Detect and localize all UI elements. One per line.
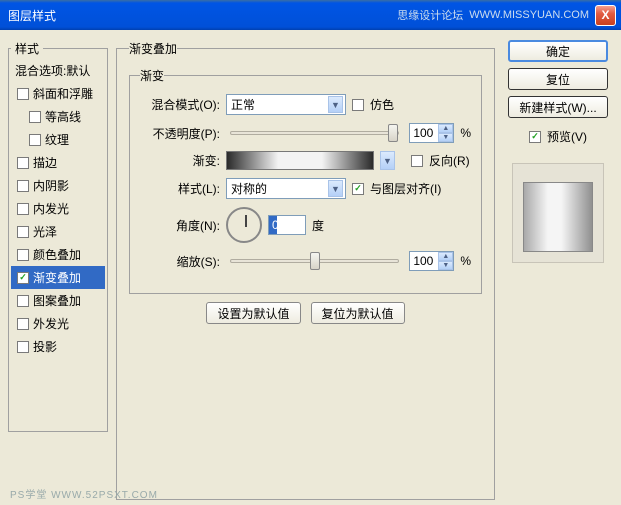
close-icon: X [601, 8, 609, 22]
blend-mode-value: 正常 [231, 96, 255, 113]
blend-options-header[interactable]: 混合选项:默认 [11, 59, 105, 82]
style-item-8[interactable]: ✓ 渐变叠加 [11, 266, 105, 289]
gradient-group: 渐变 混合模式(O): 正常 ▼ 仿色 不透明度(P): 100 ▲▼ [129, 67, 482, 294]
style-item-label: 纹理 [45, 131, 69, 148]
style-item-label: 投影 [33, 338, 57, 355]
style-item-1[interactable]: 等高线 [11, 105, 105, 128]
close-button[interactable]: X [595, 5, 616, 26]
style-item-label: 描边 [33, 154, 57, 171]
styles-header: 样式 [11, 40, 43, 57]
watermark: PS学堂 WWW.52PSXT.COM [10, 486, 158, 501]
style-checkbox[interactable] [17, 226, 29, 238]
reset-button[interactable]: 复位 [508, 68, 608, 90]
style-item-label: 颜色叠加 [33, 246, 81, 263]
gradient-preview[interactable] [226, 151, 374, 170]
right-column: 确定 复位 新建样式(W)... ✓ 预览(V) [503, 40, 613, 495]
style-item-label: 内发光 [33, 200, 69, 217]
style-checkbox[interactable] [29, 134, 41, 146]
style-item-0[interactable]: 斜面和浮雕 [11, 82, 105, 105]
align-label: 与图层对齐(I) [370, 180, 441, 197]
style-checkbox[interactable] [17, 157, 29, 169]
window-title: 图层样式 [8, 7, 56, 24]
blend-mode-label: 混合模式(O): [140, 96, 220, 113]
spin-up-icon[interactable]: ▲ [438, 252, 453, 261]
reset-default-button[interactable]: 复位为默认值 [311, 302, 405, 324]
center-column: 渐变叠加 渐变 混合模式(O): 正常 ▼ 仿色 不透明度(P): 1 [116, 40, 495, 495]
scale-input[interactable]: 100 ▲▼ [409, 251, 454, 271]
percent-label-2: % [460, 254, 471, 268]
scale-label: 缩放(S): [140, 253, 220, 270]
style-checkbox[interactable] [29, 111, 41, 123]
chevron-down-icon: ▼ [328, 180, 343, 197]
style-checkbox[interactable] [17, 203, 29, 215]
style-label: 样式(L): [140, 180, 220, 197]
style-item-6[interactable]: 光泽 [11, 220, 105, 243]
group-title: 渐变叠加 [129, 40, 177, 57]
style-checkbox[interactable] [17, 295, 29, 307]
titlebar-url: WWW.MISSYUAN.COM [469, 9, 589, 21]
scale-slider[interactable] [230, 259, 399, 263]
angle-dial[interactable] [226, 207, 262, 243]
style-item-5[interactable]: 内发光 [11, 197, 105, 220]
angle-label: 角度(N): [140, 217, 220, 234]
style-item-label: 渐变叠加 [33, 269, 81, 286]
style-item-label: 光泽 [33, 223, 57, 240]
opacity-slider[interactable] [230, 131, 399, 135]
style-select[interactable]: 对称的 ▼ [226, 178, 346, 199]
dither-checkbox[interactable] [352, 99, 364, 111]
preview-checkbox[interactable]: ✓ [529, 131, 541, 143]
style-item-9[interactable]: 图案叠加 [11, 289, 105, 312]
inner-title: 渐变 [140, 67, 164, 84]
titlebar-forum: 思缘设计论坛 [397, 7, 463, 23]
dither-label: 仿色 [370, 96, 394, 113]
style-item-label: 等高线 [45, 108, 81, 125]
set-default-button[interactable]: 设置为默认值 [206, 302, 300, 324]
gradient-label: 渐变: [140, 152, 220, 169]
style-item-label: 斜面和浮雕 [33, 85, 93, 102]
titlebar: 图层样式 思缘设计论坛 WWW.MISSYUAN.COM X [0, 0, 621, 30]
style-item-7[interactable]: 颜色叠加 [11, 243, 105, 266]
style-checkbox[interactable] [17, 180, 29, 192]
preview-container [512, 163, 604, 263]
align-checkbox[interactable]: ✓ [352, 183, 364, 195]
style-checkbox[interactable]: ✓ [17, 272, 29, 284]
style-checkbox[interactable] [17, 318, 29, 330]
angle-input[interactable]: 0 [268, 215, 306, 235]
style-item-11[interactable]: 投影 [11, 335, 105, 358]
degree-label: 度 [312, 217, 324, 234]
gradient-dropdown-icon[interactable]: ▼ [380, 151, 395, 170]
ok-button[interactable]: 确定 [508, 40, 608, 62]
style-item-2[interactable]: 纹理 [11, 128, 105, 151]
spin-down-icon[interactable]: ▼ [438, 261, 453, 270]
reverse-checkbox[interactable] [411, 155, 423, 167]
spin-up-icon[interactable]: ▲ [438, 124, 453, 133]
spin-down-icon[interactable]: ▼ [438, 133, 453, 142]
style-item-label: 内阴影 [33, 177, 69, 194]
styles-column: 样式 混合选项:默认 斜面和浮雕等高线纹理描边内阴影内发光光泽颜色叠加 ✓ 渐变叠加… [8, 40, 108, 495]
reverse-label: 反向(R) [429, 152, 470, 169]
opacity-label: 不透明度(P): [140, 125, 220, 142]
style-checkbox[interactable] [17, 341, 29, 353]
preview-thumbnail [523, 182, 593, 252]
style-checkbox[interactable] [17, 88, 29, 100]
style-item-label: 图案叠加 [33, 292, 81, 309]
style-checkbox[interactable] [17, 249, 29, 261]
new-style-button[interactable]: 新建样式(W)... [508, 96, 608, 118]
chevron-down-icon: ▼ [328, 96, 343, 113]
percent-label: % [460, 126, 471, 140]
preview-label: 预览(V) [547, 128, 587, 145]
style-item-3[interactable]: 描边 [11, 151, 105, 174]
style-item-4[interactable]: 内阴影 [11, 174, 105, 197]
opacity-input[interactable]: 100 ▲▼ [409, 123, 454, 143]
style-value: 对称的 [231, 180, 267, 197]
style-item-label: 外发光 [33, 315, 69, 332]
style-item-10[interactable]: 外发光 [11, 312, 105, 335]
blend-mode-select[interactable]: 正常 ▼ [226, 94, 346, 115]
